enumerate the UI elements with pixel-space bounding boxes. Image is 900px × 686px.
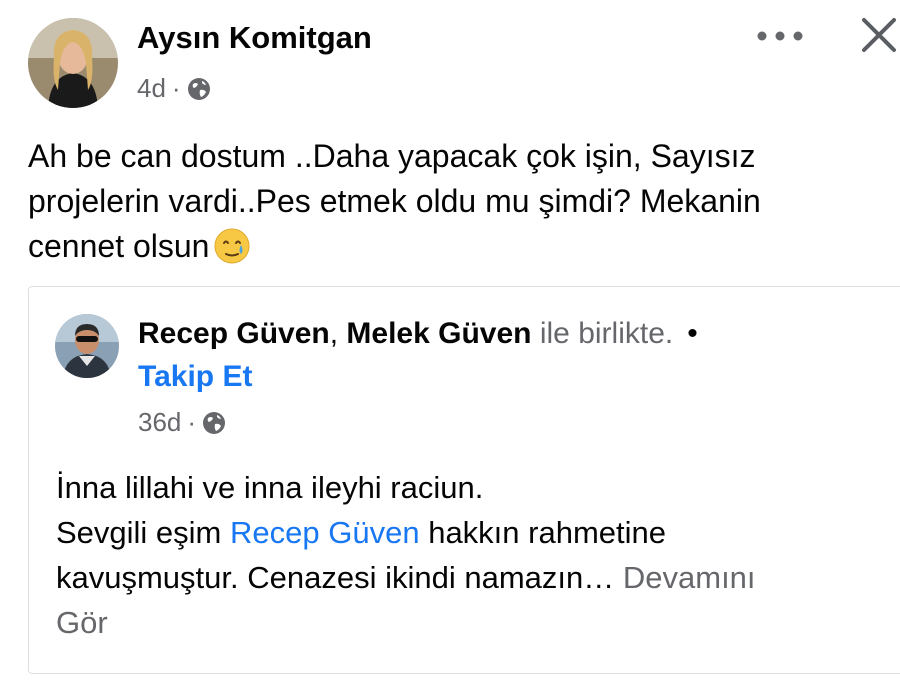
dot-separator: • — [687, 317, 698, 350]
shared-post-meta: 36d · — [138, 407, 226, 438]
follow-button[interactable]: Takip Et — [138, 360, 252, 394]
mention-link[interactable]: Recep Güven — [230, 515, 420, 550]
shared-authors: Recep Güven, Melek Güven ile birlikte. • — [138, 317, 698, 351]
globe-icon — [202, 411, 226, 435]
globe-icon — [187, 77, 211, 101]
post-text: Ah be can dostum ..Daha yapacak çok işin… — [28, 134, 878, 269]
shared-author-avatar[interactable] — [55, 314, 119, 378]
post-text-line-content: cennet olsun — [28, 228, 210, 264]
more-options-icon[interactable] — [752, 18, 808, 54]
shared-text-line: Gör — [56, 600, 886, 645]
shared-author-1[interactable]: Recep Güven — [138, 317, 330, 350]
shared-text-line: Sevgili eşim Recep Güven hakkın rahmetin… — [56, 510, 886, 555]
post-meta: 4d · — [137, 73, 211, 104]
author-avatar[interactable] — [28, 18, 118, 108]
shared-text-segment: Sevgili eşim — [56, 515, 222, 550]
shared-post-card[interactable]: Recep Güven, Melek Güven ile birlikte. • … — [28, 286, 900, 674]
shared-post-time[interactable]: 36d — [138, 407, 181, 438]
shared-text-segment: hakkın rahmetine — [428, 515, 667, 550]
see-more-link-cont[interactable]: Gör — [56, 605, 108, 640]
shared-text-line: İnna lillahi ve inna ileyhi raciun. — [56, 470, 484, 505]
post-time[interactable]: 4d — [137, 73, 166, 104]
shared-author-2[interactable]: Melek Güven — [346, 317, 531, 350]
shared-text-line: kavuşmuştur. Cenazesi ikindi namazın… De… — [56, 555, 886, 600]
author-name[interactable]: Aysın Komitgan — [137, 20, 372, 56]
author-comma: , — [329, 317, 339, 350]
crying-face-emoji — [213, 227, 251, 265]
see-more-link[interactable]: Devamını — [623, 560, 756, 595]
shared-text-segment: kavuşmuştur. Cenazesi ikindi namazın… — [56, 560, 615, 595]
meta-separator: · — [187, 407, 197, 437]
meta-separator: · — [171, 73, 181, 103]
with-text: ile birlikte. — [539, 317, 674, 350]
close-icon[interactable] — [858, 14, 900, 56]
post-text-line: Ah be can dostum ..Daha yapacak çok işin… — [28, 138, 756, 174]
shared-post-text: İnna lillahi ve inna ileyhi raciun. Sevg… — [56, 465, 886, 645]
post-text-line: cennet olsun — [28, 224, 878, 269]
post-text-line: projelerin vardi..Pes etmek oldu mu şimd… — [28, 183, 761, 219]
